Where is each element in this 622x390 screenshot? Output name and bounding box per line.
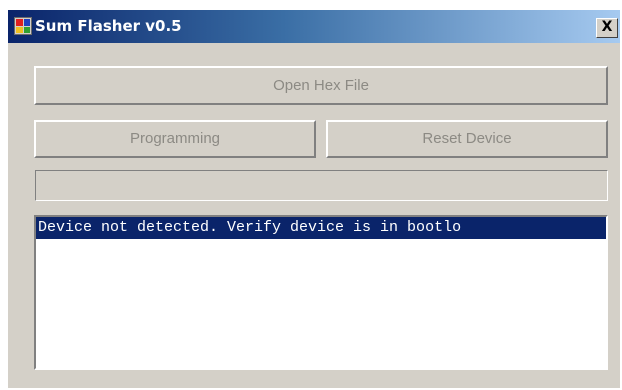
window-title: Sum Flasher v0.5 <box>35 17 182 35</box>
log-line[interactable]: Device not detected. Verify device is in… <box>36 217 606 239</box>
icon-quadrant <box>16 19 23 26</box>
icon-quadrant <box>24 27 30 33</box>
open-hex-file-button[interactable]: Open Hex File <box>34 66 608 105</box>
progress-bar <box>35 170 608 201</box>
programming-button[interactable]: Programming <box>34 120 316 158</box>
log-listbox[interactable]: Device not detected. Verify device is in… <box>34 215 608 370</box>
icon-quadrant <box>24 19 30 26</box>
app-icon[interactable] <box>14 17 32 35</box>
reset-device-button[interactable]: Reset Device <box>326 120 608 158</box>
close-button[interactable]: X <box>596 18 618 38</box>
icon-quadrant <box>16 27 23 33</box>
app-window: Sum Flasher v0.5 X Open Hex File Program… <box>8 10 620 388</box>
title-bar[interactable]: Sum Flasher v0.5 X <box>8 10 620 43</box>
